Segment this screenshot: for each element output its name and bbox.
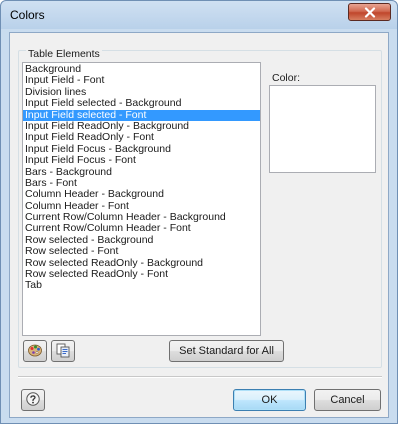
copy-button[interactable] [51, 340, 75, 362]
group-label: Table Elements [26, 48, 102, 60]
list-item[interactable]: Row selected - Font [23, 245, 260, 257]
title-bar[interactable]: Colors [1, 1, 397, 29]
set-standard-button[interactable]: Set Standard for All [169, 340, 284, 362]
help-icon [25, 391, 41, 410]
list-item[interactable]: Input Field Focus - Font [23, 154, 260, 166]
copy-icon [55, 342, 71, 361]
table-elements-group: Table Elements Background Input Field - F… [18, 48, 382, 368]
color-palette-icon [27, 342, 43, 361]
separator [18, 376, 382, 378]
table-elements-list[interactable]: Background Input Field - Font Division lin… [22, 62, 261, 336]
close-icon [364, 6, 376, 18]
color-label: Color: [272, 72, 301, 84]
dialog-body: Table Elements Background Input Field - F… [9, 32, 389, 418]
list-item[interactable]: Input Field selected - Background [23, 97, 260, 109]
palette-button[interactable] [23, 340, 47, 362]
colors-dialog: Colors Table Elements Background Input Fi… [0, 0, 398, 424]
cancel-button[interactable]: Cancel [314, 389, 381, 411]
ok-button[interactable]: OK [233, 389, 306, 411]
close-button[interactable] [348, 3, 391, 21]
list-item[interactable]: Tab [23, 280, 260, 292]
help-button[interactable] [21, 389, 45, 411]
color-swatch[interactable] [269, 85, 376, 173]
list-item[interactable]: Row selected ReadOnly - Font [23, 268, 260, 280]
list-item[interactable]: Column Header - Background [23, 188, 260, 200]
dialog-title: Colors [10, 8, 45, 22]
